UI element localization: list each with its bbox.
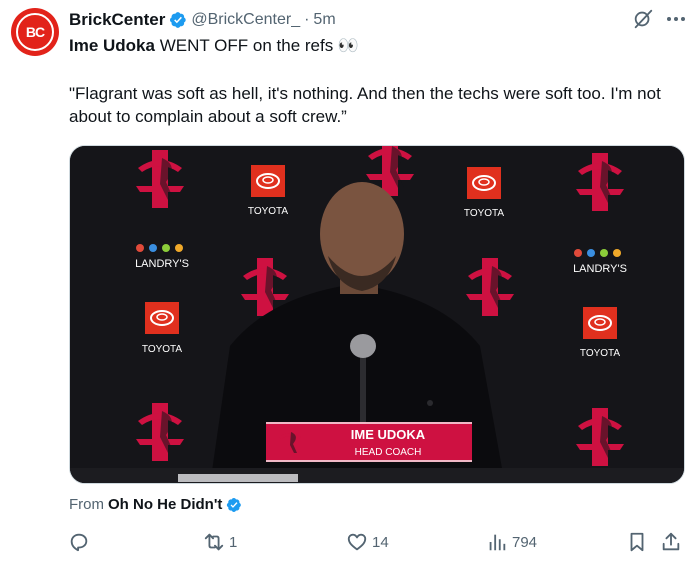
verified-badge-icon [227,497,242,512]
like-count: 14 [372,533,389,551]
press-conference-frame: TOYOTA TOYOTA TOYOTA TOYOTA LANDRY'S LAN… [70,146,684,483]
reply-button[interactable] [68,528,94,556]
post-quote: "Flagrant was soft as hell, it's nothing… [69,84,661,126]
sponsor-label: TOYOTA [248,206,289,217]
toyota-logo-icon [582,306,618,340]
reply-icon [70,533,88,552]
repost-count: 1 [229,533,238,551]
like-button[interactable]: 14 [346,528,389,556]
avatar[interactable]: BC [11,8,59,56]
grok-icon[interactable] [632,8,654,30]
verified-badge-icon [170,12,187,28]
lower-third-name: IME UDOKA [351,427,426,442]
toyota-logo-icon [250,164,286,198]
repost-icon [204,533,224,551]
post-media-video[interactable]: TOYOTA TOYOTA TOYOTA TOYOTA LANDRY'S LAN… [69,145,685,484]
action-bar: 1 14 794 [60,528,690,556]
lower-third-title: HEAD COACH [355,447,422,458]
views-button[interactable]: 794 [486,528,537,556]
headline-name: Ime Udoka [69,36,155,55]
sponsor-label: TOYOTA [142,344,183,355]
share-button[interactable] [660,528,682,556]
toyota-logo-icon [466,166,502,200]
post-header: BrickCenter @BrickCenter_ · 5m [69,9,336,31]
from-attribution: From Oh No He Didn't [69,496,242,513]
sponsor-label: TOYOTA [464,208,505,219]
display-name[interactable]: BrickCenter [69,10,165,30]
from-prefix: From [69,496,104,513]
views-count: 794 [512,533,538,551]
sponsor-label: LANDRY'S [135,258,189,270]
bookmark-icon [630,532,644,552]
separator-dot: · [304,11,310,28]
more-icon[interactable] [664,8,688,30]
toyota-logo-icon [144,301,180,335]
headline-text: WENT OFF on the refs 👀 [154,36,360,55]
microphone-icon [350,334,376,358]
post-timestamp[interactable]: 5m [313,11,335,29]
sponsor-label: TOYOTA [580,348,621,359]
coach-head [320,182,404,286]
sponsor-label: LANDRY'S [573,263,627,275]
views-icon [489,534,506,551]
share-icon [662,532,680,551]
post-headline: Ime Udoka WENT OFF on the refs 👀 [69,36,359,56]
like-icon [347,533,367,551]
avatar-logo-text: BC [16,13,54,51]
repost-button[interactable]: 1 [203,528,237,556]
bookmark-button[interactable] [626,528,648,556]
author-handle[interactable]: @BrickCenter_ [191,11,300,29]
from-source-link[interactable]: Oh No He Didn't [108,496,222,513]
